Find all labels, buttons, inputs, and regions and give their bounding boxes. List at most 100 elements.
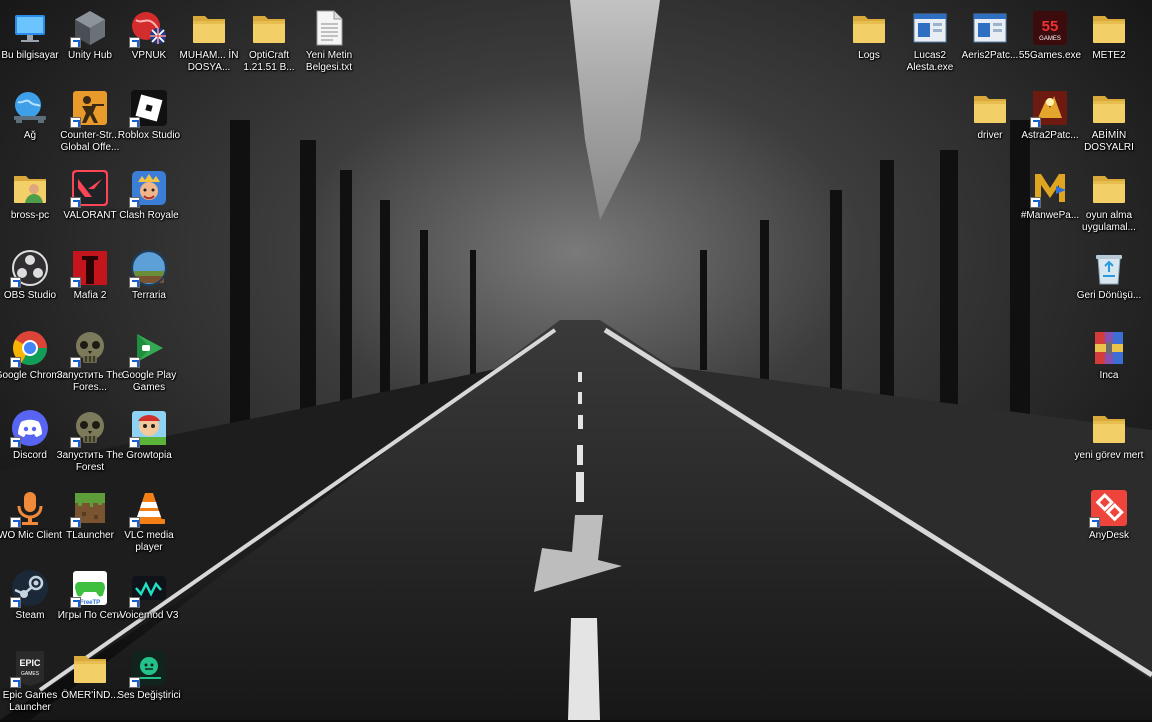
shortcut-arrow-icon — [10, 517, 21, 528]
desktop-icon-voicemod-v3[interactable]: Voicemod V3 — [111, 562, 187, 642]
desktop-icon-yeni-metin-belgesi[interactable]: Yeni Metin Belgesi.txt — [291, 2, 367, 82]
mafia-icon — [70, 248, 110, 288]
desktop-icon-label: VLC media player — [124, 530, 174, 553]
shortcut-arrow-icon — [70, 597, 81, 608]
desktop-icon-label: Roblox Studio — [117, 130, 181, 141]
app-window-icon — [970, 8, 1010, 48]
vlc-cone-icon — [129, 488, 169, 528]
network-icon — [10, 88, 50, 128]
minecraft-block-icon — [70, 488, 110, 528]
shortcut-arrow-icon — [129, 597, 140, 608]
skull-icon — [70, 408, 110, 448]
desktop-icon-growtopia[interactable]: Growtopia — [111, 402, 187, 482]
shortcut-arrow-icon — [10, 277, 21, 288]
clash-royale-icon — [129, 168, 169, 208]
shortcut-arrow-icon — [10, 677, 21, 688]
steam-icon — [10, 568, 50, 608]
obs-icon — [10, 248, 50, 288]
desktop-icon-label: Terraria — [132, 290, 166, 301]
computer-icon — [10, 8, 50, 48]
folder-icon — [189, 8, 229, 48]
desktop-icon-anydesk[interactable]: AnyDesk — [1071, 482, 1147, 562]
shortcut-arrow-icon — [70, 357, 81, 368]
unity-icon — [70, 8, 110, 48]
shortcut-arrow-icon — [129, 197, 140, 208]
counter-strike-icon — [70, 88, 110, 128]
discord-icon — [10, 408, 50, 448]
play-games-icon — [129, 328, 169, 368]
folder-icon — [970, 88, 1010, 128]
skull-icon — [70, 328, 110, 368]
shortcut-arrow-icon — [70, 437, 81, 448]
desktop-icon-terraria[interactable]: Terraria — [111, 242, 187, 322]
desktop-icon-label: Geri Dönüşü... — [1076, 290, 1142, 301]
desktop-icon-label: oyun alma uygulamal... — [1082, 210, 1136, 233]
desktop-icon-label: Inca — [1099, 370, 1119, 381]
epic-games-icon: EPIC GAMES — [10, 648, 50, 688]
shortcut-arrow-icon — [129, 357, 140, 368]
folder-icon — [1089, 88, 1129, 128]
gamepad-icon: FreeTP — [70, 568, 110, 608]
desktop-icon-geri-donusum[interactable]: Geri Dönüşü... — [1071, 242, 1147, 322]
desktop-icon-label: Voicemod V3 — [119, 610, 179, 621]
terraria-icon — [129, 248, 169, 288]
svg-text:EPIC: EPIC — [19, 658, 41, 668]
desktop-icon-clash-royale[interactable]: Clash Royale — [111, 162, 187, 242]
microphone-icon — [10, 488, 50, 528]
manwe-icon — [1030, 168, 1070, 208]
voice-changer-icon — [129, 648, 169, 688]
shortcut-arrow-icon — [129, 117, 140, 128]
desktop-icon-mete2[interactable]: METE2 — [1071, 2, 1147, 82]
svg-text:FreeTP: FreeTP — [80, 600, 100, 606]
55games-icon: 55 GAMES — [1030, 8, 1070, 48]
folder-icon — [849, 8, 889, 48]
shortcut-arrow-icon — [70, 197, 81, 208]
shortcut-arrow-icon — [70, 37, 81, 48]
valorant-icon — [70, 168, 110, 208]
shortcut-arrow-icon — [70, 117, 81, 128]
roblox-icon — [129, 88, 169, 128]
desktop-icon-roblox-studio[interactable]: Roblox Studio — [111, 82, 187, 162]
desktop-icon-label: Yeni Metin Belgesi.txt — [305, 50, 353, 73]
shortcut-arrow-icon — [70, 517, 81, 528]
desktop-icon-google-play-games[interactable]: Google Play Games — [111, 322, 187, 402]
desktop-icon-abimin-dosyalri[interactable]: ABİMİN DOSYALRI — [1071, 82, 1147, 162]
text-file-icon — [309, 8, 349, 48]
desktop-icon-oyun-alma[interactable]: oyun alma uygulamal... — [1071, 162, 1147, 242]
desktop-icon-label: Clash Royale — [119, 210, 179, 221]
desktop-icon-vlc-media-player[interactable]: VLC media player — [111, 482, 187, 562]
user-folder-icon — [10, 168, 50, 208]
shortcut-arrow-icon — [129, 517, 140, 528]
folder-icon — [1089, 168, 1129, 208]
recycle-bin-icon — [1089, 248, 1129, 288]
desktop-icon-label: METE2 — [1092, 50, 1126, 61]
folder-icon — [1089, 408, 1129, 448]
desktop-icon-ses-degistirici[interactable]: Ses Değiştirici — [111, 642, 187, 722]
shortcut-arrow-icon — [1030, 197, 1041, 208]
desktop-icon-inca[interactable]: Inca — [1071, 322, 1147, 402]
anydesk-icon — [1089, 488, 1129, 528]
folder-icon — [70, 648, 110, 688]
desktop-icon-label: AnyDesk — [1088, 530, 1129, 541]
svg-text:55: 55 — [1042, 18, 1059, 35]
desktop-icon-label: Ses Değiştirici — [117, 690, 181, 701]
desktop-icon-label: Google Play Games — [121, 370, 177, 393]
desktop-icon-label: ABİMİN DOSYALRI — [1084, 130, 1134, 153]
growtopia-icon — [129, 408, 169, 448]
voicemod-icon — [129, 568, 169, 608]
desktop-icon-label: Growtopia — [126, 450, 172, 461]
svg-text:GAMES: GAMES — [21, 671, 40, 677]
app-window-icon — [910, 8, 950, 48]
folder-icon — [1089, 8, 1129, 48]
shortcut-arrow-icon — [10, 437, 21, 448]
chrome-icon — [10, 328, 50, 368]
folder-icon — [249, 8, 289, 48]
shortcut-arrow-icon — [129, 277, 140, 288]
shortcut-arrow-icon — [1089, 517, 1100, 528]
shortcut-arrow-icon — [10, 357, 21, 368]
desktop-icon-label: yeni görev mert — [1074, 450, 1144, 461]
astra-icon — [1030, 88, 1070, 128]
desktop-icon-yeni-gorev-mert[interactable]: yeni görev mert — [1071, 402, 1147, 482]
shortcut-arrow-icon — [10, 597, 21, 608]
vpn-globe-icon — [129, 8, 169, 48]
